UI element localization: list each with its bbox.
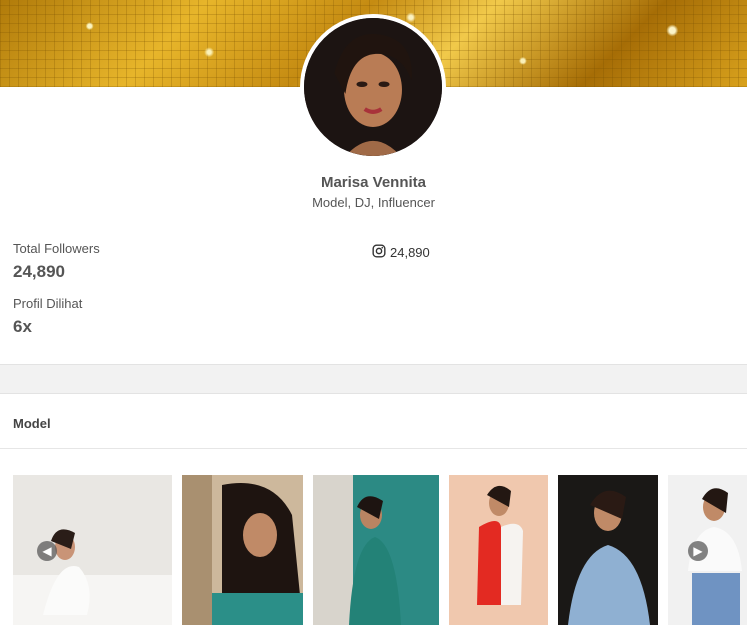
gallery-photo[interactable] [558, 475, 658, 625]
profile-roles: Model, DJ, Influencer [312, 195, 435, 210]
gallery-next-button[interactable]: ▶ [688, 541, 708, 561]
profile-name: Marisa Vennita [320, 174, 427, 191]
section-title: Model [13, 416, 51, 431]
followers-label: Total Followers [13, 241, 100, 256]
profile-avatar [300, 14, 446, 160]
photo-gallery [0, 475, 747, 625]
gallery-photo[interactable] [449, 475, 548, 625]
section-underline [0, 448, 747, 449]
gallery-photo[interactable] [313, 475, 439, 625]
instagram-icon [372, 244, 386, 261]
gallery-photo[interactable] [182, 475, 303, 625]
section-divider [0, 364, 747, 394]
arrow-left-icon: ◀ [42, 544, 52, 558]
gallery-prev-button[interactable]: ◀ [37, 541, 57, 561]
views-label: Profil Dilihat [13, 296, 83, 311]
followers-value: 24,890 [13, 262, 65, 281]
views-value: 6x [13, 317, 32, 336]
instagram-link[interactable]: 24,890 [372, 244, 430, 261]
arrow-right-icon: ▶ [693, 544, 703, 558]
instagram-count: 24,890 [390, 245, 430, 260]
